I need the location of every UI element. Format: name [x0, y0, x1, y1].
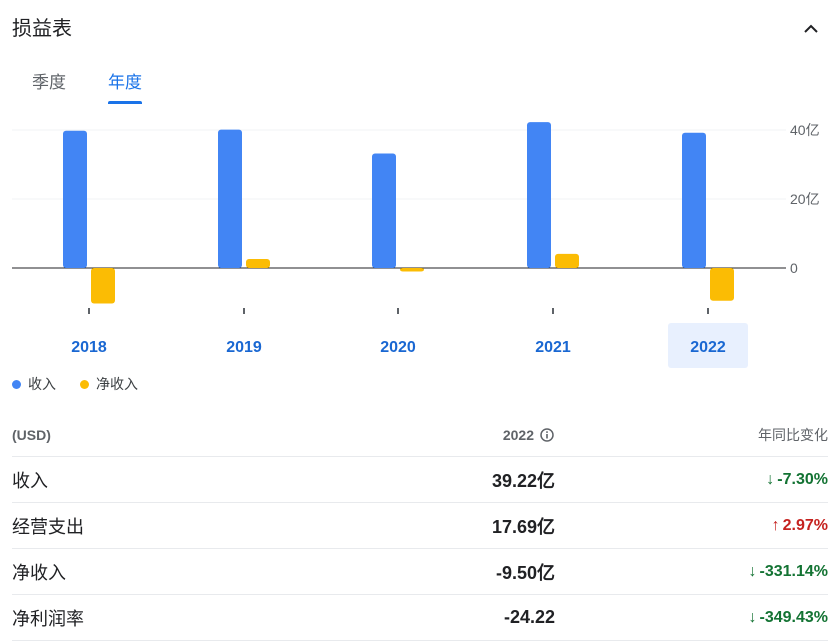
row-value: -24.22 [352, 594, 557, 641]
year-label[interactable]: 2019 [226, 339, 262, 356]
income-table: (USD) 2022 年同比变化 收入 39.22亿 ↓ -7.30% 经营支出 … [12, 414, 828, 641]
row-change: ↓ -331.14% [557, 548, 829, 595]
revenue-bar [372, 153, 396, 268]
net-income-bar [246, 259, 270, 268]
active-tab-indicator [108, 101, 142, 104]
net-income-bar [710, 268, 734, 301]
revenue-bar [218, 129, 242, 268]
year-label[interactable]: 2020 [380, 339, 416, 356]
table-row: 净收入 -9.50亿 ↓ -331.14% [12, 548, 829, 595]
arrow-down-icon: ↓ [748, 562, 757, 580]
y-tick-label: 0 [790, 260, 798, 276]
arrow-down-icon: ↓ [766, 470, 775, 488]
legend-swatch-net-income [80, 380, 89, 389]
legend-swatch-revenue [12, 380, 21, 389]
arrow-up-icon: ↑ [771, 516, 780, 534]
row-value: -9.50亿 [352, 548, 557, 595]
row-change-value: -349.43% [759, 608, 829, 626]
row-label: 经营支出 [12, 502, 352, 549]
tab-annual[interactable]: 年度 [108, 70, 142, 104]
year-header: 2022 [352, 414, 557, 457]
y-tick-label: 40亿 [790, 122, 820, 138]
legend-item-net-income: 净收入 [80, 374, 138, 394]
row-change-value: -331.14% [759, 562, 829, 580]
net-income-bar [91, 268, 115, 304]
row-label: 净收入 [12, 548, 352, 595]
table-row: 收入 39.22亿 ↓ -7.30% [12, 456, 828, 503]
year-label[interactable]: 2018 [71, 339, 107, 356]
legend-label-net-income: 净收入 [96, 376, 138, 392]
row-label: 净利润率 [12, 594, 352, 641]
year-header-label: 2022 [502, 427, 534, 443]
y-tick-label: 20亿 [790, 191, 820, 207]
income-chart: 40亿 20亿 0 2018 2019 2020 2021 2022 [12, 122, 820, 368]
collapse-button[interactable] [800, 18, 822, 40]
row-change: ↓ -349.43% [557, 594, 829, 641]
tab-annual-label: 年度 [108, 73, 142, 92]
change-header: 年同比变化 [557, 414, 828, 457]
tab-quarterly[interactable]: 季度 [32, 70, 66, 96]
table-header-row: (USD) 2022 年同比变化 [12, 414, 828, 457]
info-icon[interactable] [540, 428, 554, 442]
row-change-value: 2.97% [782, 516, 828, 534]
row-change: ↑ 2.97% [557, 502, 828, 549]
income-statement-header: 损益表 [12, 14, 826, 44]
section-title: 损益表 [12, 18, 72, 40]
table-row: 净利润率 -24.22 ↓ -349.43% [12, 594, 829, 641]
row-change: ↓ -7.30% [557, 456, 828, 503]
net-income-bar [400, 268, 424, 272]
revenue-bar [682, 132, 706, 268]
row-change-value: -7.30% [777, 470, 828, 488]
legend-item-revenue: 收入 [12, 374, 56, 394]
arrow-down-icon: ↓ [748, 608, 757, 626]
legend-label-revenue: 收入 [28, 376, 56, 392]
year-label[interactable]: 2022 [690, 339, 726, 356]
row-value: 17.69亿 [352, 502, 557, 549]
revenue-bar [63, 130, 87, 268]
net-income-bar [555, 253, 579, 268]
table-row: 经营支出 17.69亿 ↑ 2.97% [12, 502, 828, 549]
chevron-up-icon [804, 24, 818, 33]
row-label: 收入 [12, 456, 352, 503]
year-label[interactable]: 2021 [535, 339, 571, 356]
currency-header: (USD) [12, 414, 352, 457]
row-value: 39.22亿 [352, 456, 557, 503]
revenue-bar [527, 122, 551, 268]
